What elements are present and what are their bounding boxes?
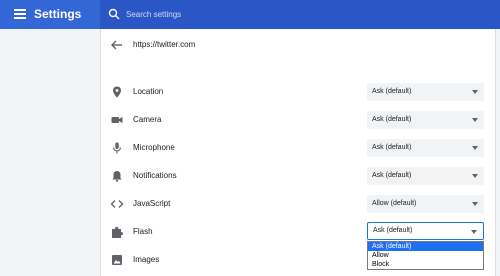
flash-dropdown-list: Ask (default) Allow Block [367, 241, 484, 270]
location-select[interactable]: Ask (default) [367, 83, 484, 101]
select-value: Ask (default) [372, 172, 412, 179]
dropdown-option-ask[interactable]: Ask (default) [368, 242, 483, 251]
permission-label: Microphone [133, 143, 175, 152]
permission-label: JavaScript [133, 199, 171, 208]
select-value: Ask (default) [372, 116, 412, 123]
javascript-select[interactable]: Allow (default) [367, 195, 484, 213]
permission-label: Flash [133, 227, 153, 236]
app-title: Settings [34, 7, 82, 21]
dropdown-caret-icon [472, 146, 478, 150]
image-icon [112, 255, 122, 265]
permission-label: Notifications [133, 171, 177, 180]
location-pin-icon [113, 86, 121, 98]
permission-label: Location [133, 87, 164, 96]
back-arrow-icon[interactable] [110, 38, 124, 52]
notifications-select[interactable]: Ask (default) [367, 167, 484, 185]
code-icon [110, 200, 124, 208]
site-url: https://twitter.com [133, 40, 196, 49]
search-icon [108, 8, 120, 20]
puzzle-icon [112, 226, 123, 238]
dropdown-caret-icon [472, 202, 478, 206]
permission-label: Camera [133, 115, 162, 124]
select-value: Ask (default) [372, 144, 412, 151]
camera-select[interactable]: Ask (default) [367, 111, 484, 129]
select-value: Ask (default) [372, 88, 412, 95]
dropdown-caret-icon [472, 90, 478, 94]
hamburger-menu-icon[interactable] [14, 9, 26, 19]
select-value: Allow (default) [372, 200, 417, 207]
microphone-icon [112, 142, 122, 154]
dropdown-caret-icon [472, 174, 478, 178]
select-value: Ask (default) [373, 227, 413, 234]
search-input[interactable] [126, 5, 486, 24]
camera-icon [111, 117, 123, 123]
flash-select[interactable]: Ask (default) [367, 222, 484, 240]
dropdown-option-allow[interactable]: Allow [368, 251, 483, 260]
microphone-select[interactable]: Ask (default) [367, 139, 484, 157]
dropdown-caret-icon [471, 230, 477, 234]
permission-label: Images [133, 255, 160, 264]
dropdown-caret-icon [472, 118, 478, 122]
bell-icon [112, 171, 122, 182]
dropdown-option-block[interactable]: Block [368, 260, 483, 269]
